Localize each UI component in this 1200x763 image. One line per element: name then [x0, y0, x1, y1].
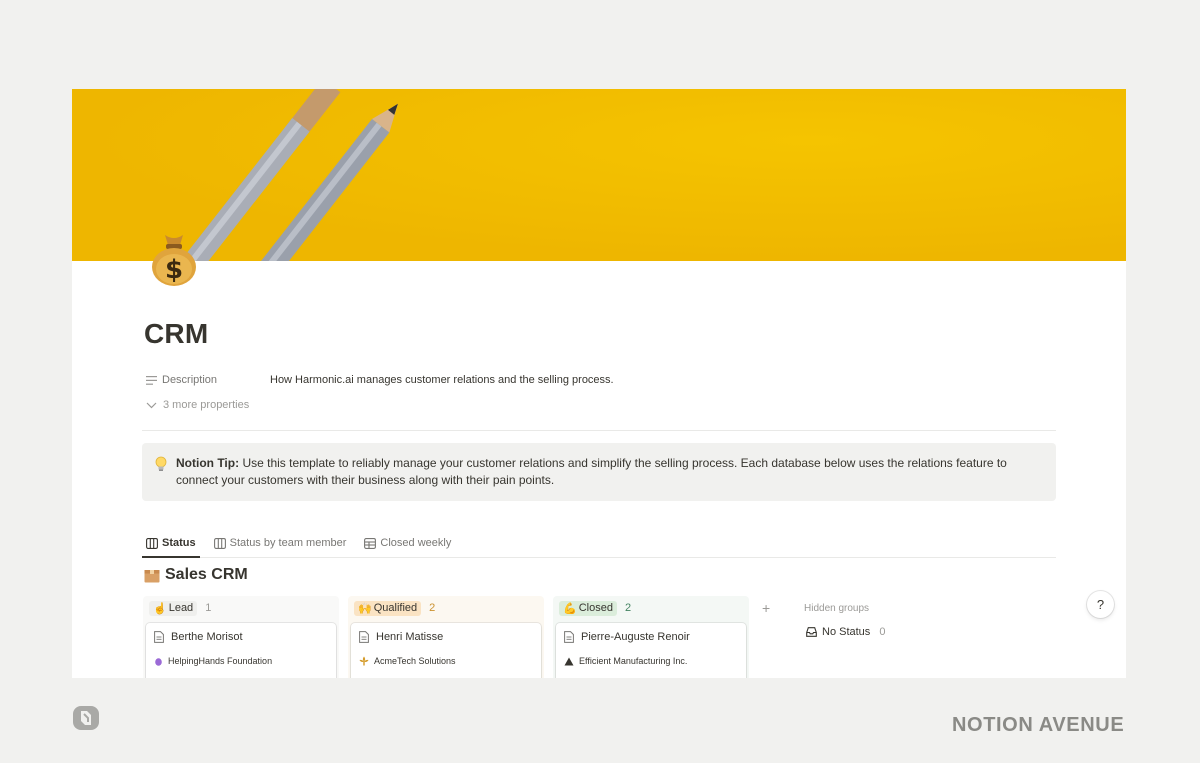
board-icon [146, 538, 158, 549]
database-title-text: Sales CRM [165, 566, 248, 583]
hidden-groups-label: Hidden groups [804, 603, 870, 614]
column-header[interactable]: 🙌 Qualified 2 [351, 600, 541, 616]
raised-hands-icon: 🙌 [358, 602, 372, 615]
card-relation[interactable]: Efficient Manufacturing Inc. [564, 656, 738, 666]
tab-label: Status [162, 537, 196, 549]
notion-avenue-logo-icon [73, 706, 99, 730]
status-label: Lead [168, 602, 194, 614]
card-relation[interactable]: AcmeTech Solutions [359, 656, 533, 666]
pencils-illustration [132, 89, 398, 261]
tab-label: Closed weekly [380, 537, 452, 549]
lightbulb-icon [155, 456, 167, 471]
board-card[interactable]: Henri Matisse AcmeTech Solutions [351, 623, 541, 678]
property-value[interactable]: How Harmonic.ai manages customer relatio… [270, 374, 614, 386]
property-description[interactable]: Description How Harmonic.ai manages cust… [146, 371, 614, 389]
page-icon [564, 631, 574, 643]
board-icon [213, 538, 226, 549]
relation-text: HelpingHands Foundation [168, 656, 273, 666]
property-label: Description [162, 374, 218, 386]
inbox-icon [806, 627, 817, 637]
callout-bold: Notion Tip: [176, 456, 240, 470]
tab-status-by-team-member[interactable]: Status by team member [210, 533, 351, 558]
column-count: 1 [205, 602, 212, 614]
status-label: Closed [578, 602, 613, 614]
tab-status[interactable]: Status [142, 533, 200, 558]
view-tabs: Status Status by team member Closed week… [142, 533, 1056, 558]
more-properties-toggle[interactable]: 3 more properties [146, 399, 249, 411]
no-status-count: 0 [879, 626, 886, 638]
chevron-down-icon [146, 402, 157, 408]
relation-text: AcmeTech Solutions [374, 656, 456, 666]
money-bag-icon[interactable]: $ [148, 227, 200, 287]
no-status-group[interactable]: No Status 0 [806, 626, 885, 638]
lead-emoji-icon: ☝ [153, 602, 167, 615]
board-column-lead: ☝ Lead 1 Berthe Morisot HelpingHands Fou… [143, 596, 339, 678]
flexed-biceps-icon: 💪 [563, 602, 577, 615]
tab-label: Status by team member [229, 537, 347, 549]
page-icon [154, 631, 164, 643]
no-status-label: No Status [822, 626, 871, 638]
column-count: 2 [624, 602, 632, 614]
page-icon [359, 631, 369, 643]
card-title: Henri Matisse [359, 631, 533, 643]
card-title: Berthe Morisot [154, 631, 328, 643]
card-title-text: Berthe Morisot [171, 631, 243, 643]
table-icon [364, 538, 377, 549]
card-title-text: Henri Matisse [376, 631, 444, 643]
text-lines-icon [146, 375, 157, 385]
divider [142, 430, 1056, 431]
board-column-closed: 💪 Closed 2 Pierre-Auguste Renoir Efficie… [553, 596, 749, 678]
page-frame: $ CRM Description How Harmonic.ai manage… [72, 89, 1126, 678]
notion-tip-callout: Notion Tip: Use this template to reliabl… [142, 443, 1056, 501]
board-card[interactable]: Pierre-Auguste Renoir Efficient Manufact… [556, 623, 746, 678]
database-title[interactable]: Sales CRM [144, 566, 248, 584]
status-pill-lead[interactable]: ☝ Lead [149, 600, 198, 616]
svg-text:$: $ [165, 255, 183, 285]
card-title: Pierre-Auguste Renoir [564, 631, 738, 643]
callout-body-2: connect your customers with their busine… [176, 473, 555, 487]
callout-text: Notion Tip: Use this template to reliabl… [176, 455, 1007, 501]
tab-closed-weekly[interactable]: Closed weekly [360, 533, 455, 558]
purple-hand-icon [155, 657, 162, 666]
column-count: 2 [429, 602, 436, 614]
relation-text: Efficient Manufacturing Inc. [579, 656, 688, 666]
status-pill-qualified[interactable]: 🙌 Qualified [354, 600, 422, 616]
page-title[interactable]: CRM [144, 318, 208, 350]
property-name: Description [146, 374, 270, 386]
box-icon [144, 569, 160, 582]
card-title-text: Pierre-Auguste Renoir [581, 631, 690, 643]
callout-body: Use this template to reliably manage you… [242, 456, 1007, 470]
status-pill-closed[interactable]: 💪 Closed [559, 600, 617, 616]
column-header[interactable]: ☝ Lead 1 [146, 600, 336, 616]
card-relation[interactable]: HelpingHands Foundation [154, 656, 328, 666]
brand-name: NOTION AVENUE [952, 714, 1125, 736]
status-label: Qualified [373, 602, 418, 614]
board-column-qualified: 🙌 Qualified 2 Henri Matisse AcmeTech Sol… [348, 596, 544, 678]
help-button[interactable]: ? [1087, 591, 1114, 618]
add-group-button[interactable]: + [762, 600, 770, 616]
page-cover[interactable] [72, 89, 1126, 261]
triangle-icon [564, 657, 574, 665]
column-header[interactable]: 💪 Closed 2 [556, 600, 746, 616]
board-card[interactable]: Berthe Morisot HelpingHands Foundation [146, 623, 336, 678]
more-properties-label: 3 more properties [163, 399, 250, 411]
fleur-de-lis-icon [359, 656, 369, 666]
